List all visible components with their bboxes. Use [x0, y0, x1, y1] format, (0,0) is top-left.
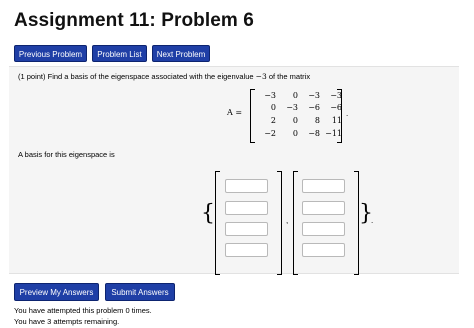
matrix-cell: −3 [308, 91, 320, 100]
next-problem-button[interactable]: Next Problem [152, 45, 210, 62]
basis-period: . [371, 216, 374, 225]
submit-answers-button[interactable]: Submit Answers [105, 283, 175, 301]
vector1-entry-2[interactable] [225, 201, 268, 215]
matrix-a: −3 0 −3 −3 0 −3 −6 −6 2 0 8 11 −2 0 −8 −11 [250, 89, 342, 143]
vector2-entry-2[interactable] [302, 201, 345, 215]
statement-tail: of the matrix [268, 72, 311, 81]
vector2-entry-3[interactable] [302, 222, 345, 236]
attempts-text: You have attempted this problem 0 times. [14, 306, 152, 315]
matrix-cell: 0 [292, 129, 298, 138]
vector2-entry-4[interactable] [302, 243, 345, 257]
vector1-entry-3[interactable] [225, 222, 268, 236]
points-label: (1 point) [18, 72, 46, 81]
matrix-cell: 0 [270, 103, 276, 112]
statement-text: Find a basis of the eigenspace associate… [47, 72, 254, 81]
preview-answers-button[interactable]: Preview My Answers [14, 283, 99, 301]
matrix-cell: −3 [330, 91, 342, 100]
matrix-cell: −2 [264, 129, 276, 138]
problem-panel: (1 point) Find a basis of the eigenspace… [9, 66, 459, 275]
vector1-right-bracket [277, 171, 282, 275]
matrix-cell: −6 [308, 103, 320, 112]
matrix-cell: −11 [325, 129, 342, 138]
eigenvalue: −3 [255, 72, 267, 81]
basis-label: A basis for this eigenspace is [18, 150, 115, 159]
remaining-text: You have 3 attempts remaining. [14, 317, 120, 326]
vector1-entry-4[interactable] [225, 243, 268, 257]
matrix-cell: 0 [292, 91, 298, 100]
matrix-cell: −3 [286, 103, 298, 112]
matrix-period: . [346, 109, 349, 118]
matrix-cell: −8 [308, 129, 320, 138]
vector2-entry-1[interactable] [302, 179, 345, 193]
problem-statement: (1 point) Find a basis of the eigenspace… [18, 72, 310, 81]
left-brace: { [201, 201, 215, 226]
matrix-cell: 11 [331, 116, 342, 125]
matrix-cell: −6 [330, 103, 342, 112]
vector-separator: , [286, 216, 289, 225]
matrix-cell: 8 [314, 116, 320, 125]
vector2-left-bracket [293, 171, 298, 275]
matrix-cell: 0 [292, 116, 298, 125]
page-title: Assignment 11: Problem 6 [14, 10, 254, 31]
previous-problem-button[interactable]: Previous Problem [14, 45, 87, 62]
vector1-left-bracket [215, 171, 220, 275]
matrix-cell: 2 [270, 116, 276, 125]
matrix-cell: −3 [264, 91, 276, 100]
vector1-entry-1[interactable] [225, 179, 268, 193]
problem-list-button[interactable]: Problem List [92, 45, 147, 62]
matrix-label: A = [227, 108, 243, 117]
